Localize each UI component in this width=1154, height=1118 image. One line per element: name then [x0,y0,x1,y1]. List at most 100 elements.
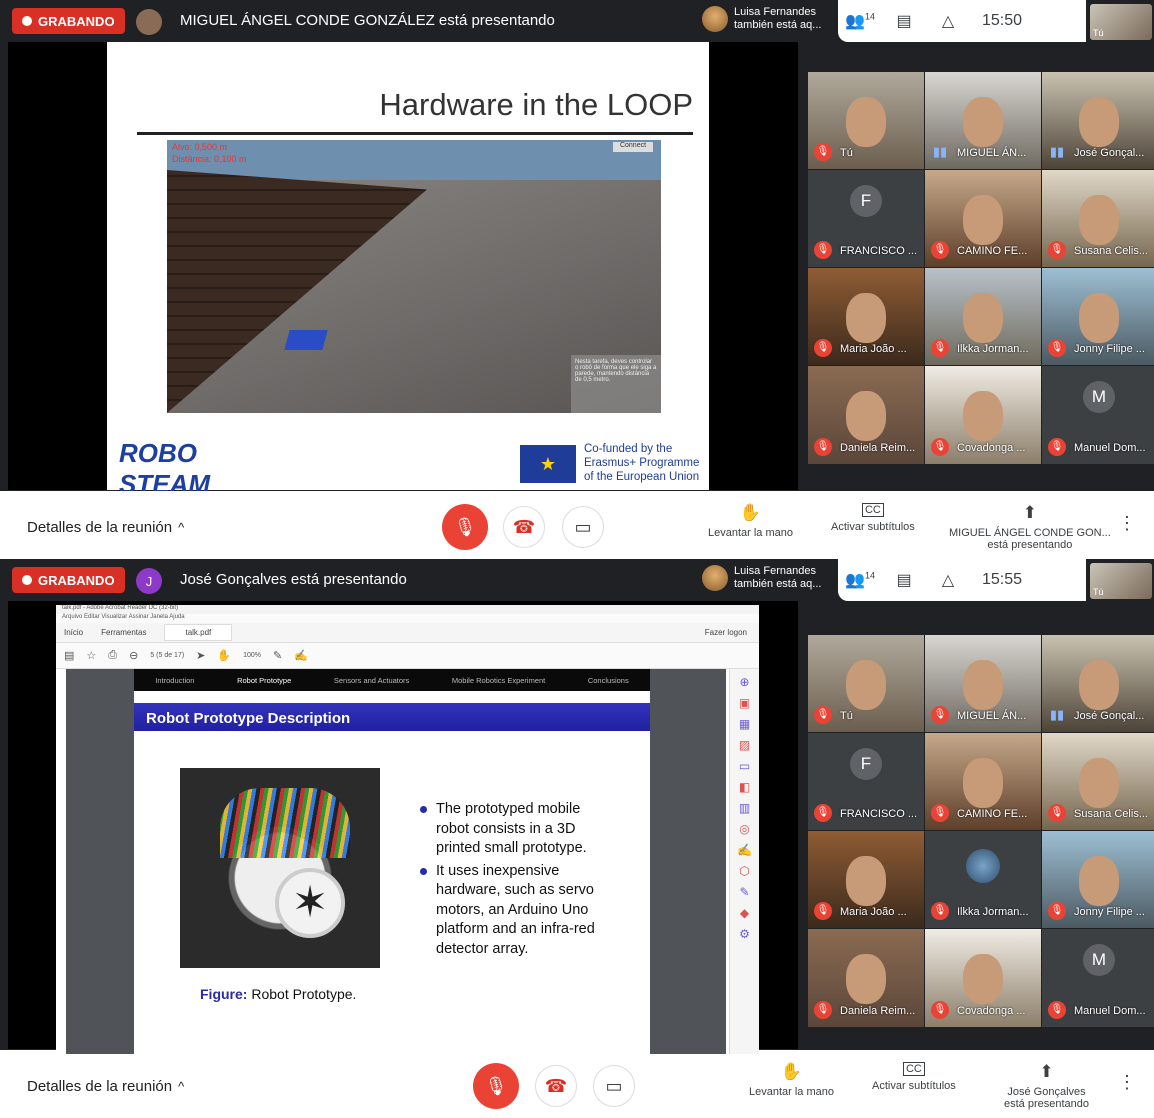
captions-button[interactable]: CC Activar subtítulos [831,503,915,533]
join-notification[interactable]: Luisa Fernandes también está aq... [702,565,821,591]
luisa-avatar [702,565,728,591]
participant-tile[interactable]: ▮▮ José Gonçal... [1042,72,1154,169]
participant-tile[interactable]: ▮▮ MIGUEL ÁN... [925,72,1041,169]
participant-tile[interactable]: F 🎙 FRANCISCO ... [808,170,924,267]
pdf-menu[interactable]: Arquivo Editar Visualizar Assinar Janela… [56,614,759,623]
participant-tile[interactable]: 🎙 Tú [808,635,924,732]
export-icon[interactable]: ▣ [739,696,750,710]
scan-icon[interactable]: ◎ [739,822,749,836]
self-view[interactable]: Tú [1090,563,1152,599]
hand-tool-icon[interactable]: ✋ [217,649,231,662]
chat-icon[interactable]: ▤ [882,11,926,31]
participant-tile[interactable]: 🎙 Covadonga ... [925,366,1041,464]
captions-button[interactable]: CC Activar subtítulos [872,1062,956,1092]
end-call-button[interactable]: ☎ [535,1065,577,1107]
presenting-name: José Gonçalves [1007,1086,1086,1098]
presenting-button[interactable]: ⬆ José Gonçalves está presentando [1004,1062,1089,1110]
participant-tile[interactable]: 🎙 Maria João ... [808,831,924,928]
activities-icon[interactable]: △ [926,11,970,31]
comment-tool-icon[interactable]: ▭ [739,759,750,773]
mic-off-button[interactable]: 🎙 [442,504,488,550]
participant-tile[interactable]: ▮▮ José Gonçal... [1042,635,1154,732]
camera-button[interactable]: ▭ [562,506,604,548]
simulation-view: Alvo: 0,500 m Distância: 0,100 m Connect… [167,140,661,413]
participant-video [1079,758,1119,809]
participant-tile[interactable]: 🎙 Ilkka Jorman... [925,831,1041,928]
chevron-up-icon: ^ [178,520,185,535]
participant-tile[interactable]: F 🎙 FRANCISCO ... [808,733,924,830]
meeting-details-button[interactable]: Detalles de la reunión ^ [27,1078,184,1095]
participant-initial-avatar: M [1083,381,1115,414]
activities-icon[interactable]: △ [926,570,970,590]
participant-tile[interactable]: 🎙 Jonny Filipe ... [1042,268,1154,365]
tab-home[interactable]: Início [64,628,83,637]
participant-tile[interactable]: 🎙 Tú [808,72,924,169]
participant-name: José Gonçal... [1074,147,1145,159]
raise-hand-button[interactable]: ✋ Levantar la mano [708,503,793,539]
tab-document[interactable]: talk.pdf [164,624,233,641]
zoom-level[interactable]: 100% [243,652,261,659]
protect-icon[interactable]: ⬡ [739,864,749,878]
presenting-button[interactable]: ⬆ MIGUEL ÁNGEL CONDE GON... está presentan… [949,503,1111,551]
participant-tile[interactable]: 🎙 Daniela Reim... [808,366,924,464]
cursor-icon[interactable]: ➤ [196,649,205,662]
people-count: 14 [864,11,875,22]
logon-link[interactable]: Fazer logon [705,628,747,637]
more-options-icon[interactable]: ⋮ [1118,513,1136,534]
self-view[interactable]: Tú [1090,4,1152,40]
organize-icon[interactable]: ▦ [739,717,750,731]
end-call-button[interactable]: ☎ [503,506,545,548]
create-icon[interactable]: ▨ [739,738,750,752]
comment-icon[interactable]: ✎ [273,649,282,662]
participant-tile[interactable]: 🎙 Maria João ... [808,268,924,365]
participant-tile[interactable]: 🎙 CAMINO FE... [925,170,1041,267]
more-tools-icon[interactable]: ⚙ [739,927,750,941]
chat-icon[interactable]: ▤ [882,570,926,590]
sim-connect-button[interactable]: Connect [613,142,653,152]
details-label: Detalles de la reunión [27,519,173,536]
participant-tile[interactable]: 🎙 MIGUEL ÁN... [925,635,1041,732]
participant-name: Jonny Filipe ... [1074,343,1145,355]
meeting-toolbar: 👥14 ▤ △ 15:55 [838,559,1086,601]
more-options-icon[interactable]: ⋮ [1118,1072,1136,1093]
fill-sign-icon[interactable]: ✍ [737,843,752,857]
participant-tile[interactable]: 🎙 Susana Celis... [1042,733,1154,830]
participant-tile[interactable]: 🎙 CAMINO FE... [925,733,1041,830]
participant-tile[interactable]: 🎙 Covadonga ... [925,929,1041,1027]
zoom-icon[interactable]: ⊕ [739,675,749,689]
redact-icon[interactable]: ✎ [739,885,749,899]
participant-tile[interactable]: 🎙 Jonny Filipe ... [1042,831,1154,928]
edit-icon[interactable]: ▥ [739,801,750,815]
participant-tile[interactable]: 🎙 Daniela Reim... [808,929,924,1027]
speaking-indicator-icon: ▮▮ [1049,707,1065,722]
camera-button[interactable]: ▭ [593,1065,635,1107]
print-icon[interactable]: ⎙ [108,649,117,662]
sim-distance: Distância: 0,100 m [172,154,247,164]
people-icon[interactable]: 👥14 [838,570,882,590]
sign-icon[interactable]: ✍ [294,649,308,662]
mic-off-icon: 🎙 [814,706,832,724]
mic-off-button[interactable]: 🎙 [473,1063,519,1109]
present-icon: ⬆ [1039,1062,1054,1081]
participant-tile[interactable]: M 🎙 Manuel Dom... [1042,366,1154,464]
combine-icon[interactable]: ◧ [739,780,750,794]
page-info[interactable]: 5 (5 de 17) [150,652,184,659]
bookmark-icon[interactable]: ☆ [86,649,96,662]
logo-robo-text: ROBO [119,438,197,468]
participant-tile[interactable]: 🎙 Susana Celis... [1042,170,1154,267]
participant-tile[interactable]: M 🎙 Manuel Dom... [1042,929,1154,1027]
join-notification[interactable]: Luisa Fernandes también está aq... [702,6,821,32]
participant-tile[interactable]: 🎙 Ilkka Jorman... [925,268,1041,365]
captions-label: Activar subtítulos [831,521,915,533]
zoom-out-icon[interactable]: ⊖ [129,649,138,662]
tab-tools[interactable]: Ferramentas [101,628,146,637]
save-icon[interactable]: ▤ [64,649,74,662]
sim-alvo: Alvo: 0,500 m [172,142,228,152]
raise-hand-button[interactable]: ✋ Levantar la mano [749,1062,834,1098]
mic-off-icon: 🎙 [1048,1001,1066,1019]
share-icon[interactable]: ◆ [740,906,749,920]
people-icon[interactable]: 👥14 [838,11,882,31]
title-rule [137,132,693,135]
meeting-details-button[interactable]: Detalles de la reunión ^ [27,519,184,536]
record-dot-icon [22,575,32,585]
